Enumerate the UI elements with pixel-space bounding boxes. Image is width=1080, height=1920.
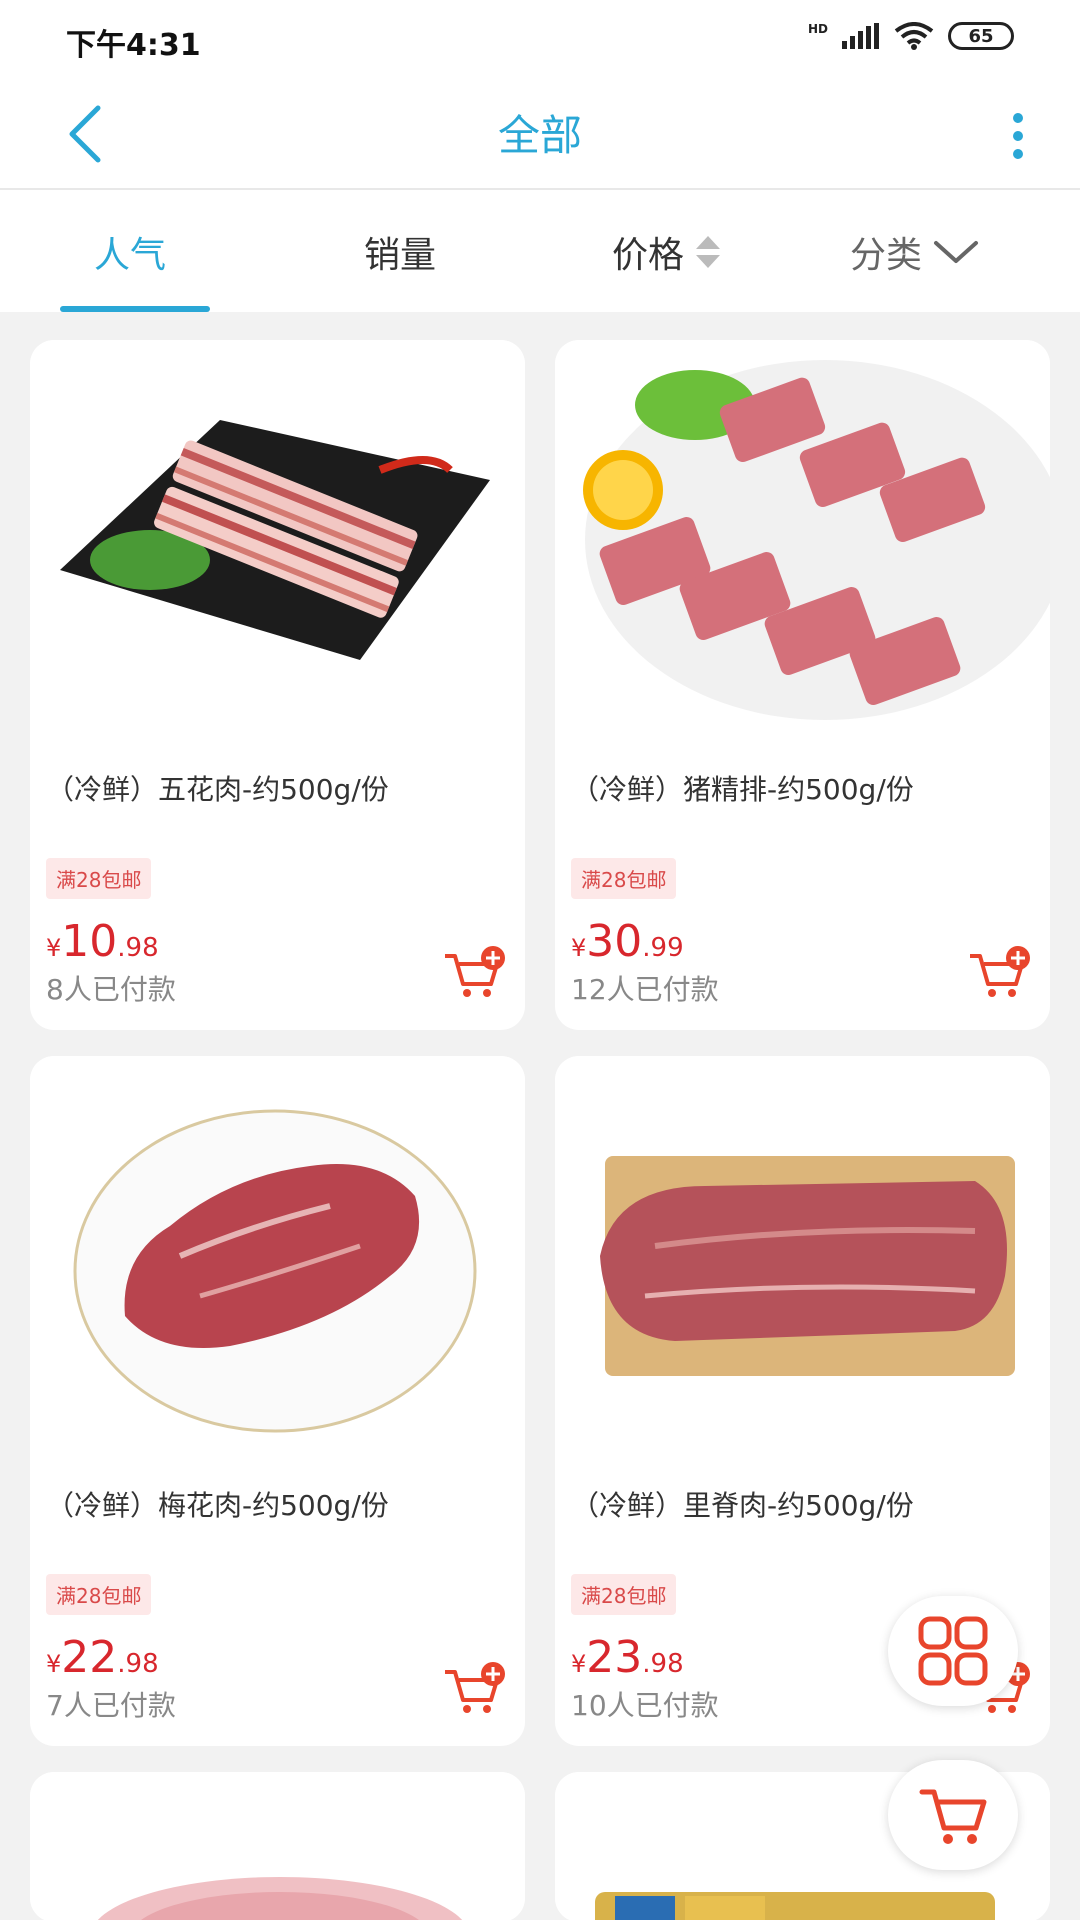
price-currency: ¥	[571, 1650, 587, 1678]
price-integer: 10	[61, 916, 118, 967]
more-vertical-icon[interactable]	[960, 94, 1040, 174]
product-price: ¥ 22 .98	[46, 1632, 159, 1683]
status-time: 下午4:31	[66, 28, 201, 63]
sold-count: 10人已付款	[571, 1689, 719, 1722]
sort-icon	[696, 236, 721, 268]
price-decimal: .98	[642, 1649, 684, 1679]
sold-count: 8人已付款	[46, 973, 176, 1006]
free-shipping-badge: 满28包邮	[46, 1574, 152, 1615]
tab-active-indicator	[60, 306, 210, 312]
price-decimal: .98	[117, 933, 159, 963]
product-title: （冷鲜）五花肉-约500g/份	[46, 773, 389, 806]
price-integer: 23	[586, 1632, 643, 1683]
product-image-partial	[30, 1772, 525, 1920]
product-card[interactable]: （冷鲜）梅花肉-约500g/份 满28包邮 ¥ 22 .98 7人已付款	[30, 1056, 525, 1746]
product-price: ¥ 23 .98	[571, 1632, 684, 1683]
free-shipping-badge: 满28包邮	[46, 858, 152, 899]
sold-count: 7人已付款	[46, 1689, 176, 1722]
free-shipping-badge: 满28包邮	[571, 858, 677, 899]
category-grid-button[interactable]	[888, 1596, 1018, 1706]
tab-popularity-label: 人气	[94, 235, 167, 276]
product-card[interactable]	[30, 1772, 525, 1920]
wifi-icon	[894, 22, 934, 50]
add-to-cart-icon[interactable]	[966, 944, 1032, 1000]
cart-icon	[919, 1789, 987, 1844]
product-price: ¥ 10 .98	[46, 916, 159, 967]
product-title: （冷鲜）猪精排-约500g/份	[571, 773, 914, 806]
tab-price[interactable]: 价格	[612, 226, 722, 278]
add-to-cart-icon[interactable]	[441, 1660, 507, 1716]
add-to-cart-icon[interactable]	[441, 944, 507, 1000]
filter-bar: 人气 销量 价格 分类	[0, 190, 1080, 312]
price-currency: ¥	[571, 934, 587, 962]
cart-button[interactable]	[888, 1760, 1018, 1870]
tab-category[interactable]: 分类	[850, 226, 980, 278]
price-integer: 30	[586, 916, 643, 967]
free-shipping-badge: 满28包邮	[571, 1574, 677, 1615]
tab-popularity[interactable]: 人气	[94, 226, 166, 278]
product-card[interactable]: （冷鲜）猪精排-约500g/份 满28包邮 ¥ 30 .99 12人已付款	[555, 340, 1050, 1030]
hd-label: HD	[807, 22, 828, 36]
nav-bar: 全部	[0, 80, 1080, 190]
tab-category-label: 分类	[850, 235, 923, 276]
product-image-pork-ribs	[555, 340, 1050, 760]
product-title: （冷鲜）梅花肉-约500g/份	[46, 1489, 389, 1522]
battery-icon: 65	[948, 22, 1014, 50]
product-title: （冷鲜）里脊肉-约500g/份	[571, 1489, 914, 1522]
price-currency: ¥	[46, 934, 62, 962]
price-decimal: .99	[642, 933, 684, 963]
price-integer: 22	[61, 1632, 118, 1683]
sold-count: 12人已付款	[571, 973, 719, 1006]
product-price: ¥ 30 .99	[571, 916, 684, 967]
grid-icon	[918, 1616, 988, 1686]
status-bar: 下午4:31 HD 65	[0, 0, 1080, 80]
page-title: 全部	[497, 111, 582, 160]
status-icons: HD 65	[808, 22, 1014, 50]
price-currency: ¥	[46, 1650, 62, 1678]
tab-price-label: 价格	[612, 235, 685, 276]
price-decimal: .98	[117, 1649, 159, 1679]
tab-sales[interactable]: 销量	[364, 226, 436, 278]
product-image-pork-shoulder	[30, 1056, 525, 1476]
signal-icon	[842, 23, 879, 49]
tab-sales-label: 销量	[364, 235, 437, 276]
chevron-down-icon	[934, 241, 979, 263]
product-card[interactable]: （冷鲜）五花肉-约500g/份 满28包邮 ¥ 10 .98 8人已付款	[30, 340, 525, 1030]
product-image-pork-belly	[30, 340, 525, 760]
battery-level: 65	[968, 25, 994, 47]
product-image-pork-tenderloin	[555, 1056, 1050, 1476]
